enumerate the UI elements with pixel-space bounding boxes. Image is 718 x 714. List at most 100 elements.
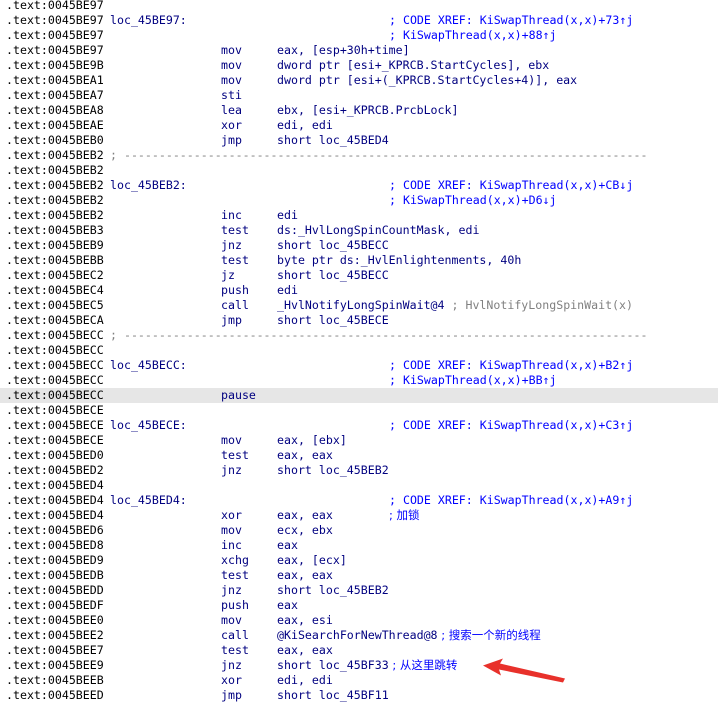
separator-line: ; --------------------------------------…	[110, 328, 648, 342]
listing-line[interactable]: .text:0045BEE9 jnz short loc_45BF33 ; 从这里跳…	[0, 658, 718, 673]
listing-line[interactable]: .text:0045BE97 mov eax, [esp+30h+time]	[0, 43, 718, 58]
line-address: .text:0045BEED	[6, 688, 104, 702]
line-address: .text:0045BEC2	[6, 268, 104, 282]
line-address: .text:0045BED2	[6, 463, 104, 477]
listing-line[interactable]: .text:0045BED9 xchg eax, [ecx]	[0, 553, 718, 568]
listing-line[interactable]: .text:0045BEC2 jz short loc_45BECC	[0, 268, 718, 283]
line-address: .text:0045BEB9	[6, 238, 104, 252]
instruction-operands: ds:_HvlLongSpinCountMask, edi	[277, 223, 480, 237]
line-address: .text:0045BECC	[6, 388, 104, 402]
line-address: .text:0045BED9	[6, 553, 104, 567]
instruction-operands: eax, esi	[277, 613, 333, 627]
listing-line[interactable]: .text:0045BEDB test eax, eax	[0, 568, 718, 583]
listing-line[interactable]: .text:0045BEC4 push edi	[0, 283, 718, 298]
listing-line[interactable]: .text:0045BED0 test eax, eax	[0, 448, 718, 463]
instruction-operands: short loc_45BECC	[277, 268, 389, 282]
instruction-mnemonic: jnz	[221, 583, 242, 597]
instruction-mnemonic: jz	[221, 268, 235, 282]
line-address: .text:0045BEEB	[6, 673, 104, 687]
listing-line[interactable]: .text:0045BEC5 call _HvlNotifyLongSpinWait…	[0, 298, 718, 313]
xref-comment: ; CODE XREF: KiSwapThread(x,x)+73↑j	[389, 13, 634, 27]
instruction-operands: eax, eax	[277, 643, 333, 657]
xref-comment: ; KiSwapThread(x,x)+88↑j	[389, 28, 557, 42]
instruction-operands: eax, [ecx]	[277, 553, 347, 567]
instruction-mnemonic: mov	[221, 43, 242, 57]
listing-line[interactable]: .text:0045BEE2 call @KiSearchForNewThread@…	[0, 628, 718, 643]
instruction-operands: eax	[277, 538, 298, 552]
listing-line[interactable]: .text:0045BED2 jnz short loc_45BEB2	[0, 463, 718, 478]
listing-line[interactable]: .text:0045BECE loc_45BECE: ; CODE XREF: Ki…	[0, 418, 718, 433]
listing-line[interactable]: .text:0045BEBB test byte ptr ds:_HvlEnligh…	[0, 253, 718, 268]
instruction-mnemonic: xor	[221, 118, 242, 132]
line-address: .text:0045BECE	[6, 433, 104, 447]
xref-comment: ; 加锁	[389, 508, 420, 522]
instruction-mnemonic: xchg	[221, 553, 249, 567]
listing-line[interactable]: .text:0045BEEB xor edi, edi	[0, 673, 718, 688]
line-address: .text:0045BEC5	[6, 298, 104, 312]
listing-line[interactable]: .text:0045BED4	[0, 478, 718, 493]
instruction-operands: edi, edi	[277, 673, 333, 687]
listing-line[interactable]: .text:0045BEE7 test eax, eax	[0, 643, 718, 658]
line-address: .text:0045BEDD	[6, 583, 104, 597]
listing-line[interactable]: .text:0045BEDF push eax	[0, 598, 718, 613]
listing-line[interactable]: .text:0045BECC ; KiSwapThread(x,x)+BB↑j	[0, 373, 718, 388]
listing-line[interactable]: .text:0045BEAE xor edi, edi	[0, 118, 718, 133]
code-label: loc_45BE97:	[110, 13, 187, 27]
instruction-operands: short loc_45BF11	[277, 688, 389, 702]
line-address: .text:0045BECC	[6, 343, 104, 357]
listing-line[interactable]: .text:0045BEA7 sti	[0, 88, 718, 103]
listing-line[interactable]: .text:0045BEB2 loc_45BEB2: ; CODE XREF: Ki…	[0, 178, 718, 193]
instruction-operands: short loc_45BECC	[277, 238, 389, 252]
listing-line[interactable]: .text:0045BED4 loc_45BED4: ; CODE XREF: Ki…	[0, 493, 718, 508]
listing-line[interactable]: .text:0045BEB2 inc edi	[0, 208, 718, 223]
line-address: .text:0045BEB3	[6, 223, 104, 237]
listing-line[interactable]: .text:0045BEDD jnz short loc_45BEB2	[0, 583, 718, 598]
line-address: .text:0045BECC	[6, 328, 104, 342]
listing-line[interactable]: .text:0045BE9B mov dword ptr [esi+_KPRCB.S…	[0, 58, 718, 73]
code-label: loc_45BED4:	[110, 493, 187, 507]
inline-comment: ; 从这里跳转	[388, 658, 458, 672]
listing-line[interactable]: .text:0045BECE	[0, 403, 718, 418]
listing-line[interactable]: .text:0045BEB2	[0, 163, 718, 178]
instruction-operands: dword ptr [esi+(_KPRCB.StartCycles+4)], …	[277, 73, 578, 87]
line-address: .text:0045BEA8	[6, 103, 104, 117]
listing-line[interactable]: .text:0045BECA jmp short loc_45BECE	[0, 313, 718, 328]
line-address: .text:0045BECC	[6, 373, 104, 387]
listing-line[interactable]: .text:0045BECC	[0, 343, 718, 358]
listing-line[interactable]: .text:0045BED6 mov ecx, ebx	[0, 523, 718, 538]
instruction-operands: eax, eax	[277, 448, 333, 462]
instruction-mnemonic: test	[221, 448, 249, 462]
listing-line[interactable]: .text:0045BECC loc_45BECC: ; CODE XREF: Ki…	[0, 358, 718, 373]
disassembly-listing[interactable]: .text:0045BE97 .text:0045BE97 loc_45BE97:;…	[0, 0, 718, 703]
listing-line[interactable]: .text:0045BED4 xor eax, eax ; 加锁	[0, 508, 718, 523]
line-address: .text:0045BE97	[6, 0, 104, 12]
listing-line[interactable]: .text:0045BEED jmp short loc_45BF11	[0, 688, 718, 703]
code-label: loc_45BECE:	[110, 418, 187, 432]
listing-line[interactable]: .text:0045BEB0 jmp short loc_45BED4	[0, 133, 718, 148]
line-address: .text:0045BE97	[6, 13, 104, 27]
listing-line[interactable]: .text:0045BEB9 jnz short loc_45BECC	[0, 238, 718, 253]
listing-line[interactable]: .text:0045BE97 ; KiSwapThread(x,x)+88↑j	[0, 28, 718, 43]
listing-line[interactable]: .text:0045BE97	[0, 0, 718, 13]
listing-line[interactable]: .text:0045BED8 inc eax	[0, 538, 718, 553]
instruction-operands: short loc_45BEB2	[277, 463, 389, 477]
listing-line[interactable]: .text:0045BEA1 mov dword ptr [esi+(_KPRCB.…	[0, 73, 718, 88]
instruction-mnemonic: xor	[221, 673, 242, 687]
listing-line[interactable]: .text:0045BEA8 lea ebx, [esi+_KPRCB.PrcbLo…	[0, 103, 718, 118]
instruction-mnemonic: lea	[221, 103, 242, 117]
listing-line[interactable]: .text:0045BECC ; ------------------------…	[0, 328, 718, 343]
listing-line[interactable]: .text:0045BECC pause	[0, 388, 718, 403]
listing-line[interactable]: .text:0045BEB2 ; KiSwapThread(x,x)+D6↓j	[0, 193, 718, 208]
line-address: .text:0045BECC	[6, 358, 104, 372]
listing-line[interactable]: .text:0045BECE mov eax, [ebx]	[0, 433, 718, 448]
listing-line[interactable]: .text:0045BEB2 ; ------------------------…	[0, 148, 718, 163]
instruction-operands: short loc_45BED4	[277, 133, 389, 147]
line-address: .text:0045BED0	[6, 448, 104, 462]
instruction-mnemonic: jnz	[221, 463, 242, 477]
listing-line[interactable]: .text:0045BEB3 test ds:_HvlLongSpinCountMa…	[0, 223, 718, 238]
listing-line[interactable]: .text:0045BE97 loc_45BE97: ; CODE XREF: Ki…	[0, 13, 718, 28]
instruction-mnemonic: sti	[221, 88, 242, 102]
listing-line[interactable]: .text:0045BEE0 mov eax, esi	[0, 613, 718, 628]
line-address: .text:0045BEB2	[6, 193, 104, 207]
line-address: .text:0045BEE9	[6, 658, 104, 672]
